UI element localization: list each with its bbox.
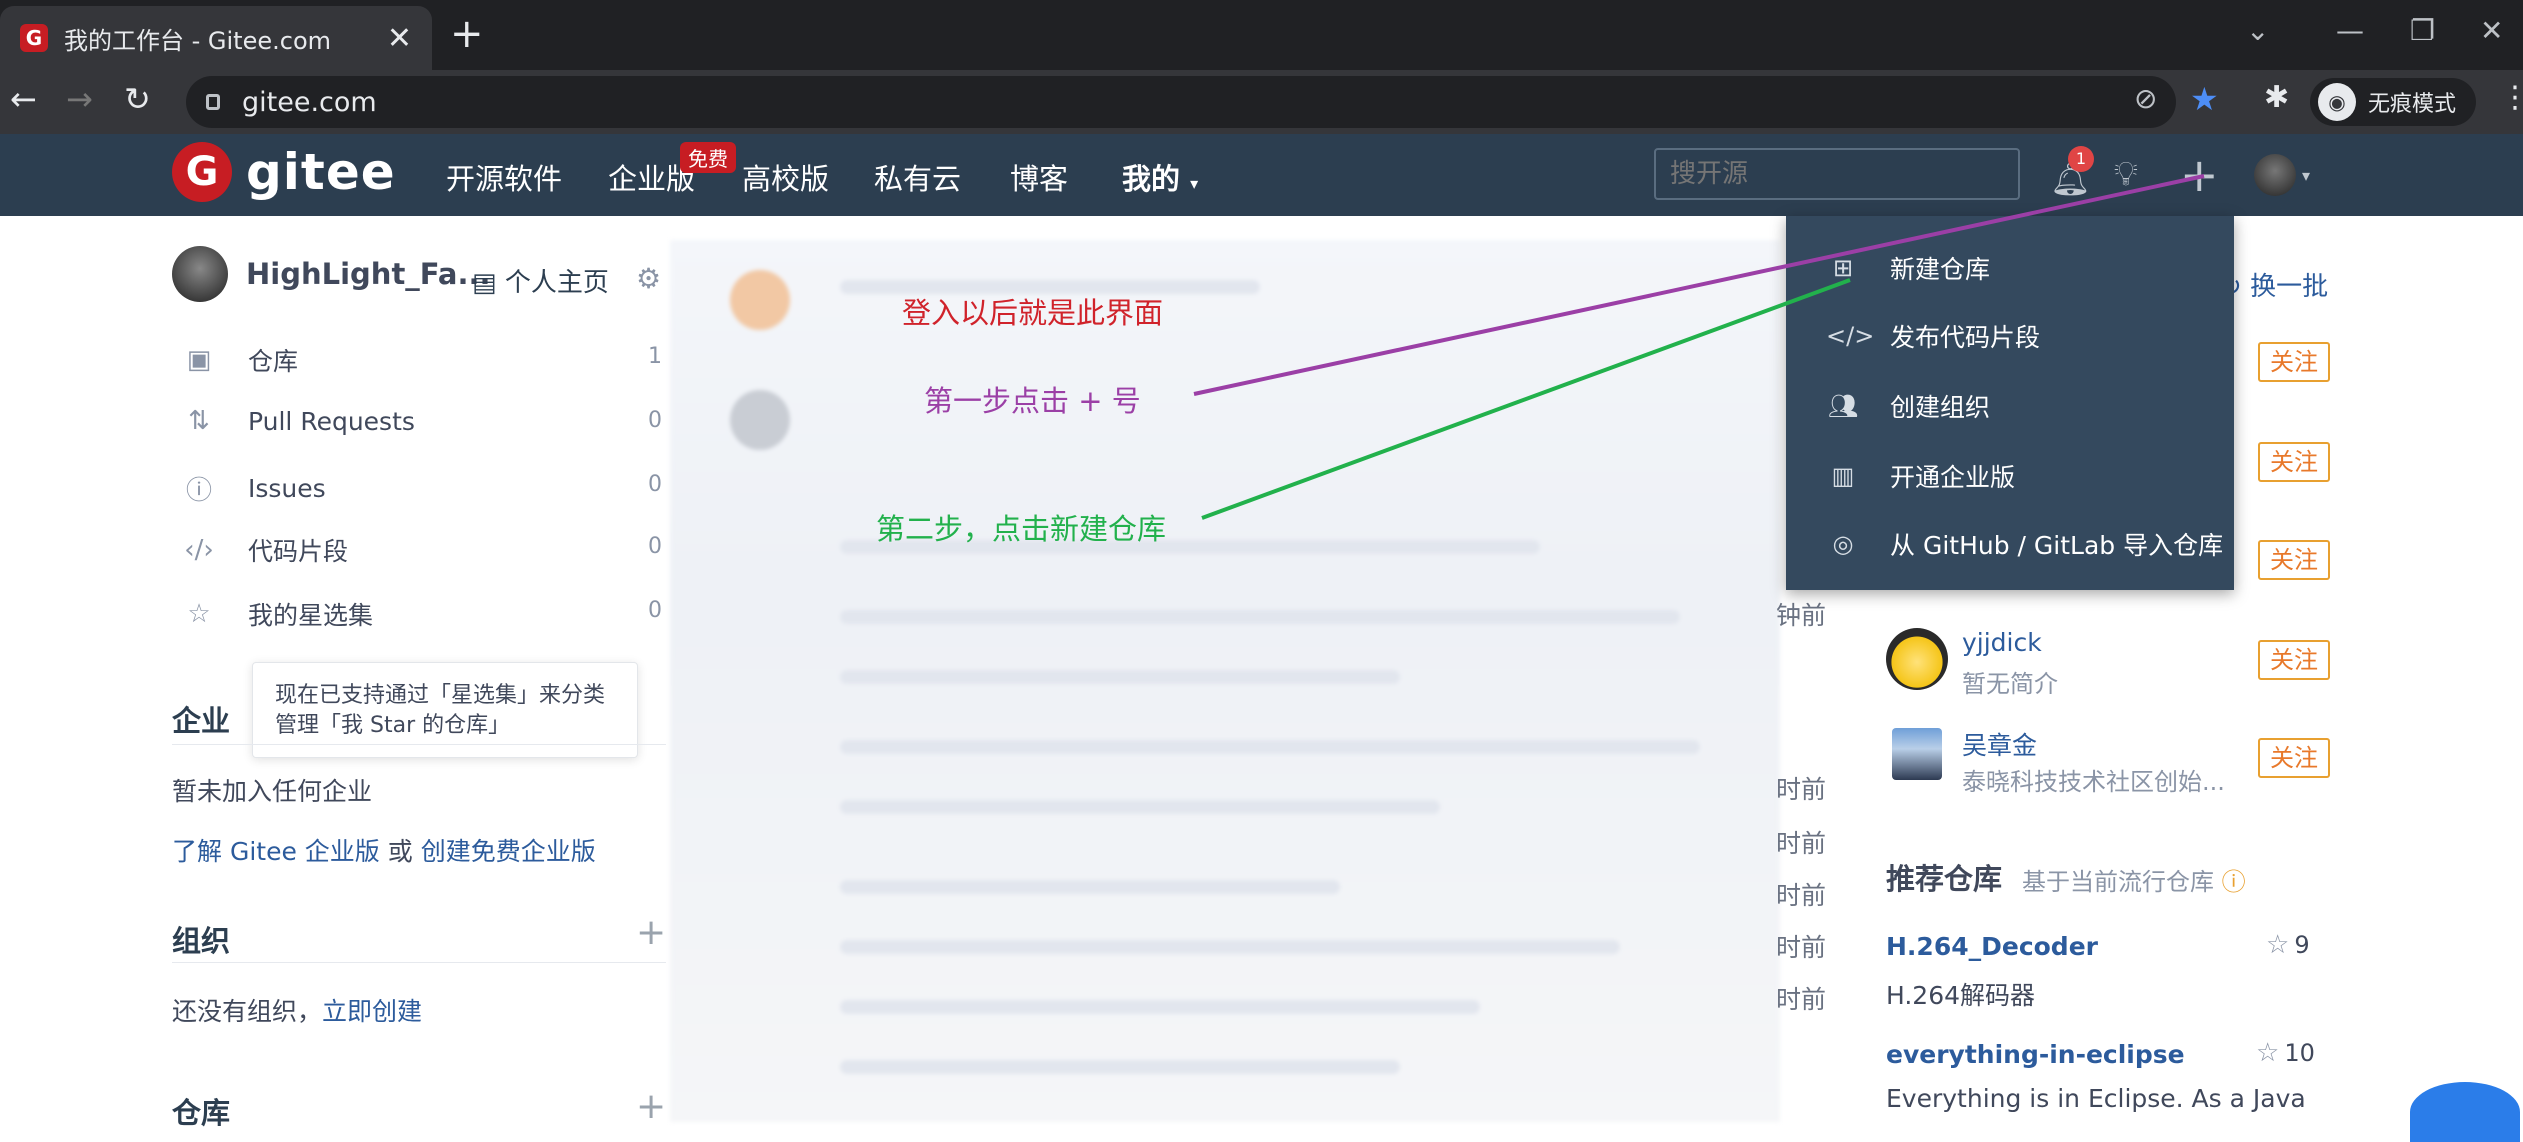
step1-arrow: [1193, 174, 2205, 396]
annotation-login: 登入以后就是此界面: [902, 296, 1164, 330]
annotation-arrows: [1193, 174, 2205, 520]
annotation-step1: 第一步点击 + 号: [924, 384, 1141, 418]
step2-arrow: [1201, 278, 1851, 520]
annotation-step2: 第二步，点击新建仓库: [876, 512, 1167, 546]
corner-watermark: [2410, 1082, 2520, 1142]
